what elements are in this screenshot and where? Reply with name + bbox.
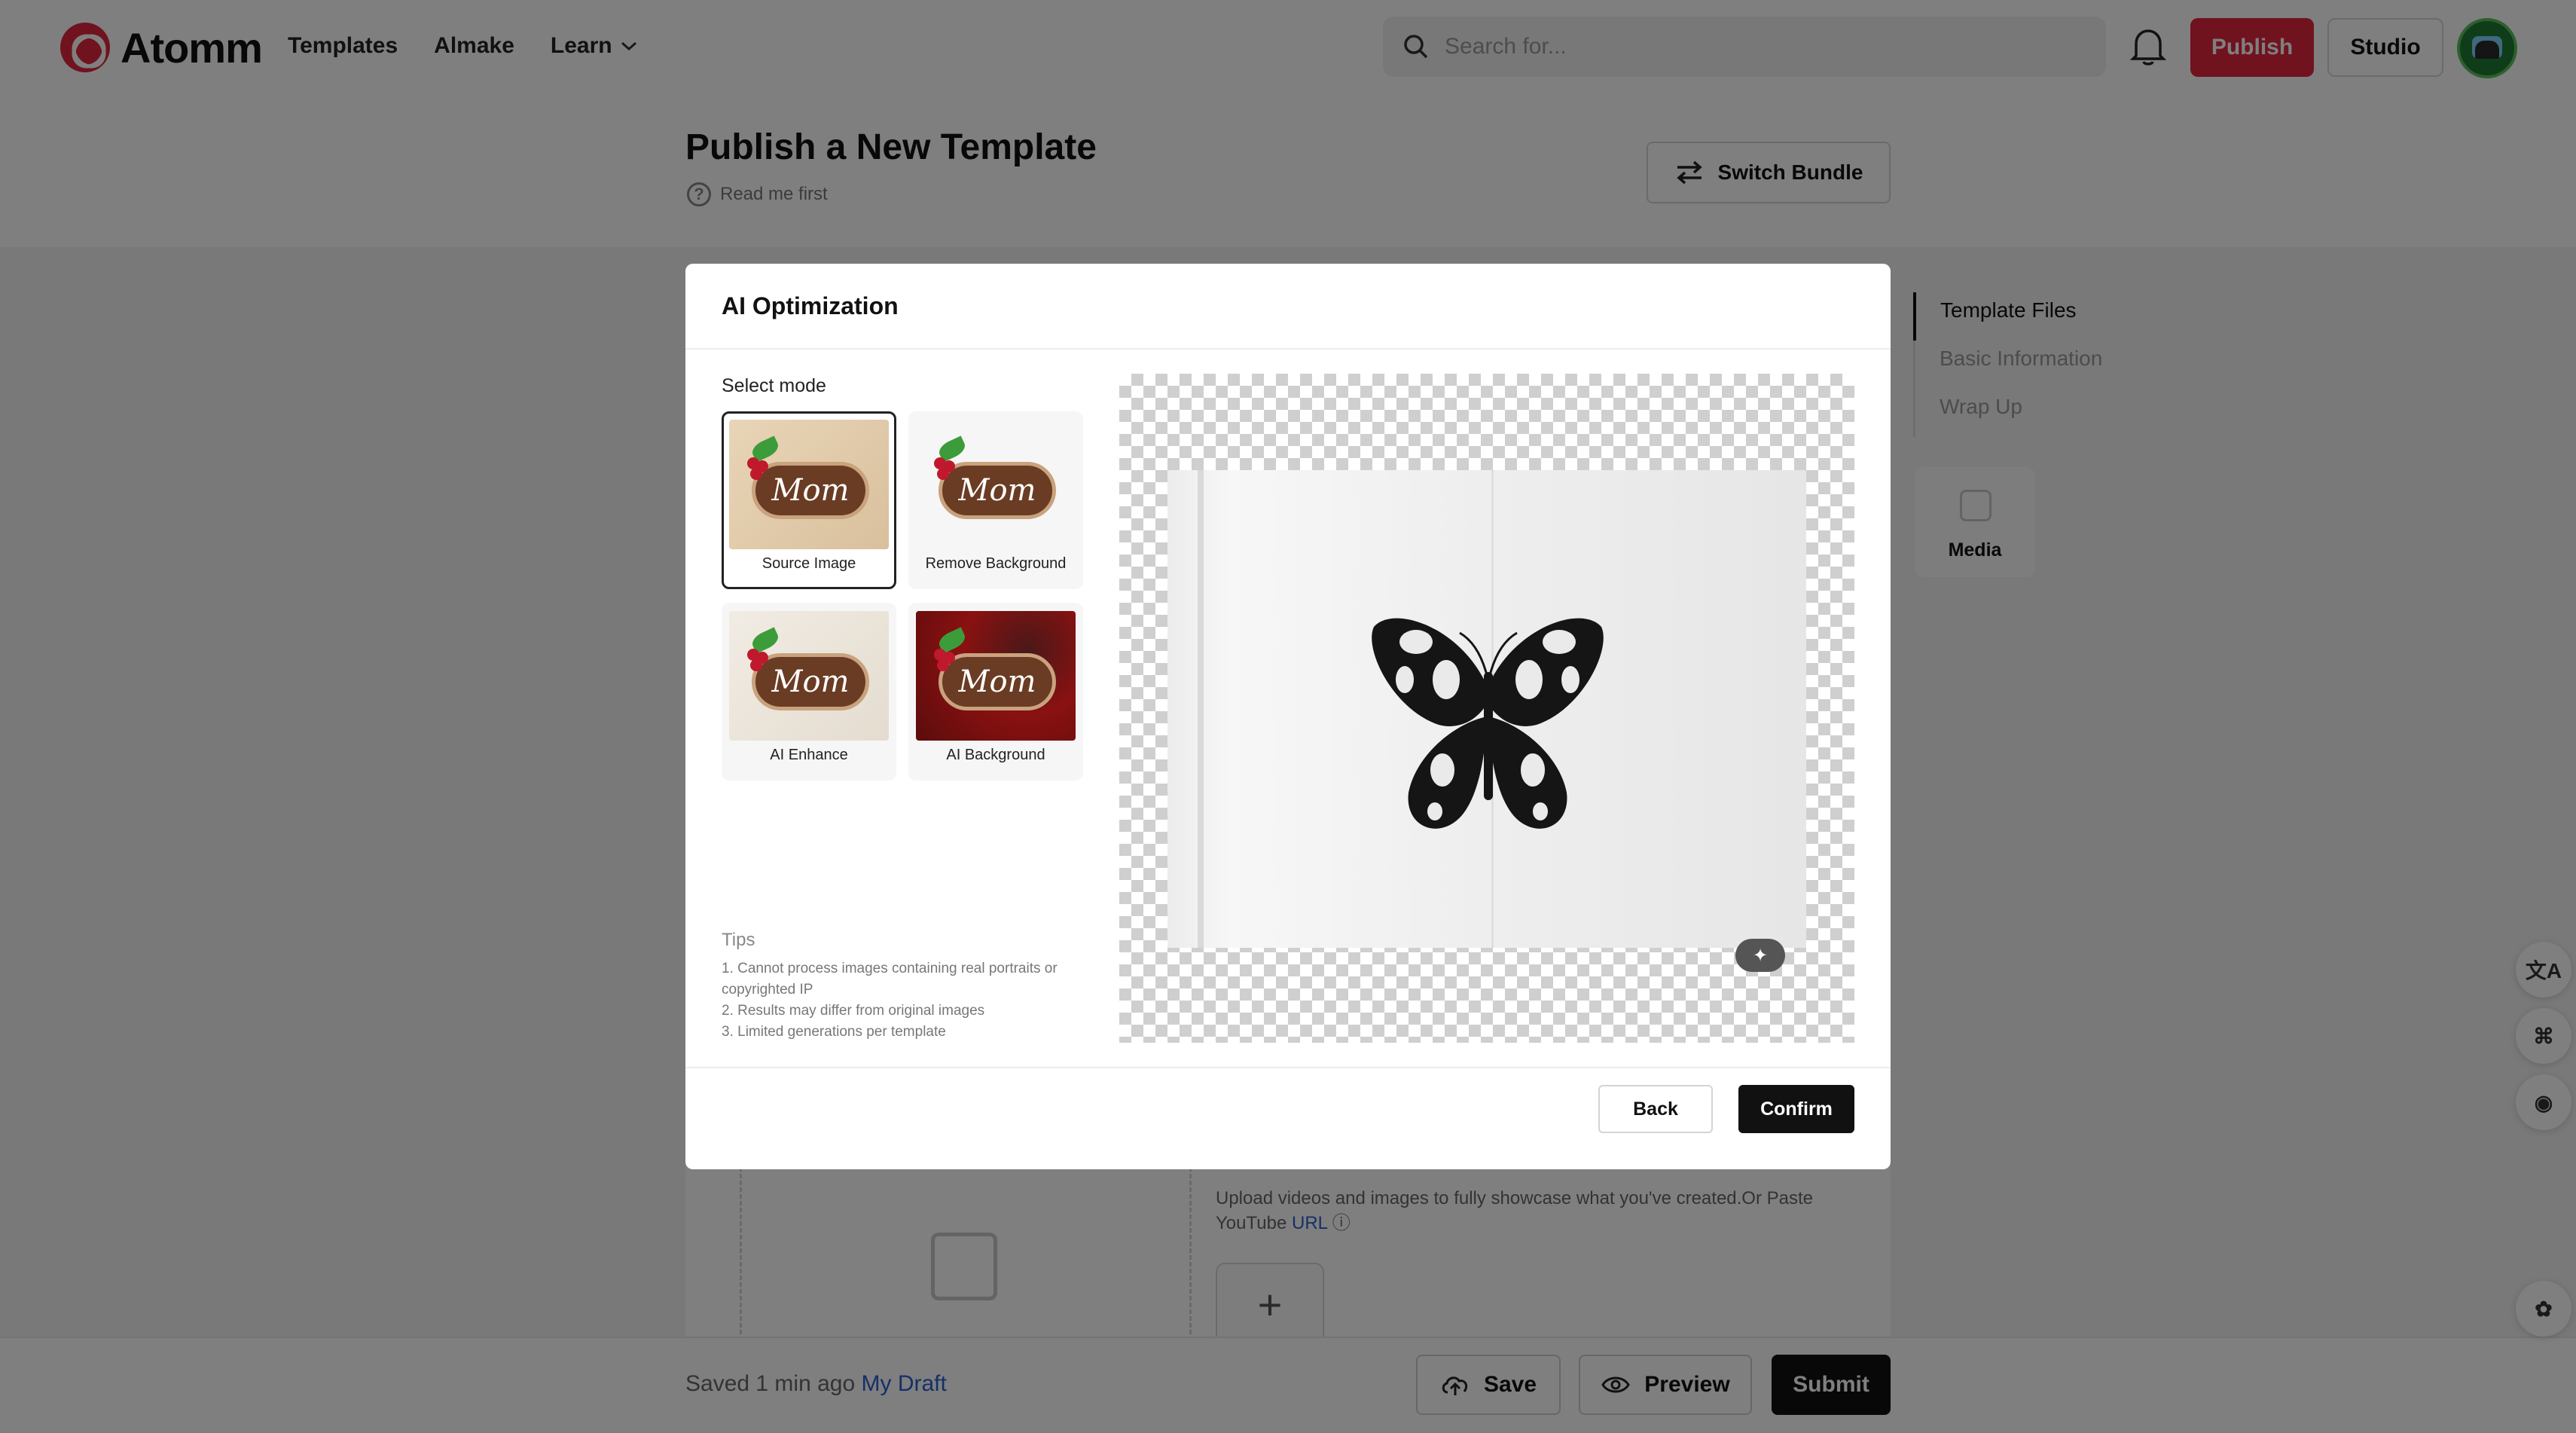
image-preview: ✦ [1119, 374, 1854, 1043]
mode-label: AI Background [946, 747, 1045, 763]
mode-thumbnail: Mom [916, 611, 1076, 741]
confirm-button[interactable]: Confirm [1738, 1085, 1854, 1133]
back-button[interactable]: Back [1598, 1085, 1713, 1133]
mode-ai-background[interactable]: Mom AI Background [908, 603, 1083, 781]
mode-source-image[interactable]: Mom Source Image [722, 411, 896, 589]
tips-title: Tips [722, 930, 755, 950]
door-edge [1198, 470, 1204, 948]
tip-item: 1. Cannot process images containing real… [722, 961, 1058, 998]
tips-section: Tips 1. Cannot process images containing… [722, 930, 1083, 1043]
magic-wand-icon[interactable]: ✦ [1735, 939, 1785, 972]
mode-ai-enhance[interactable]: Mom AI Enhance [722, 603, 896, 781]
select-mode-label: Select mode [722, 375, 826, 396]
divider [685, 1067, 1891, 1068]
ai-optimization-modal: AI Optimization Select mode Mom Source I… [685, 264, 1891, 1169]
holly-decoration [932, 441, 975, 471]
holly-decoration [746, 632, 788, 662]
butterfly-photo [1167, 470, 1806, 948]
modal-title: AI Optimization [722, 292, 899, 319]
holly-decoration [932, 632, 975, 662]
mode-label: AI Enhance [770, 747, 848, 763]
mode-thumbnail: Mom [916, 420, 1076, 549]
mode-label: Remove Background [925, 555, 1067, 572]
mode-label: Source Image [762, 555, 856, 572]
tip-item: 3. Limited generations per template [722, 1024, 946, 1040]
tip-item: 2. Results may differ from original imag… [722, 1003, 985, 1019]
mode-thumbnail: Mom [729, 420, 889, 549]
butterfly-image [1372, 618, 1604, 829]
mode-thumbnail: Mom [729, 611, 889, 741]
mode-remove-background[interactable]: Mom Remove Background [908, 411, 1083, 589]
divider [685, 348, 1891, 350]
holly-decoration [746, 441, 788, 471]
